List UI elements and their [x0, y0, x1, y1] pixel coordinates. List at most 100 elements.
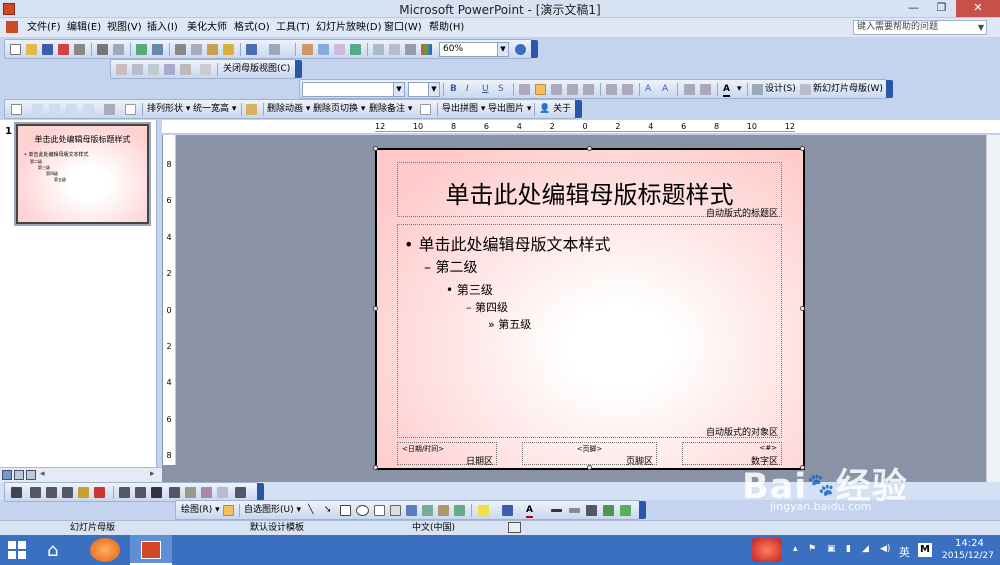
draw-menu-button[interactable]: 绘图(R) ▾	[181, 505, 220, 516]
paste-icon[interactable]	[207, 44, 218, 55]
decrease-font-icon[interactable]: A	[662, 84, 668, 95]
tool-icon-c[interactable]	[46, 487, 57, 498]
3d-style-icon[interactable]	[620, 505, 631, 516]
toolbar-options-icon[interactable]	[639, 501, 646, 519]
undo-icon[interactable]	[246, 44, 257, 55]
delete-master-icon[interactable]	[148, 64, 159, 75]
design-button[interactable]: 设计(S)	[765, 84, 796, 95]
bullets-icon[interactable]	[622, 84, 633, 95]
increase-font-icon[interactable]: A	[645, 84, 651, 95]
title-placeholder[interactable]: 单击此处编辑母版标题样式 自动版式的标题区	[397, 162, 782, 219]
diagram-icon[interactable]	[422, 505, 433, 516]
arrow-style-icon[interactable]	[586, 505, 597, 516]
align-center-icon[interactable]	[535, 84, 546, 95]
tool-icon-5[interactable]	[83, 104, 94, 115]
wrench-icon[interactable]	[104, 104, 115, 115]
insert-table-icon[interactable]	[318, 44, 329, 55]
line-style-icon[interactable]	[551, 509, 562, 512]
research-icon[interactable]	[152, 44, 163, 55]
textbox-icon[interactable]	[374, 505, 385, 516]
close-master-view-button[interactable]: 关闭母版视图(C)	[223, 64, 290, 75]
toolbar-options-icon[interactable]	[531, 40, 538, 58]
menu-meihua[interactable]: 美化大师	[187, 20, 227, 35]
home-icon[interactable]: ⌂	[47, 540, 58, 561]
chevron-down-icon[interactable]: ▾	[737, 84, 742, 95]
copy-icon[interactable]	[191, 44, 202, 55]
normal-view-icon[interactable]	[2, 470, 12, 480]
menu-window[interactable]: 窗口(W)	[384, 20, 422, 35]
font-color-icon[interactable]: A	[526, 505, 533, 518]
autoshapes-button[interactable]: 自选图形(U) ▾	[244, 505, 301, 516]
slide-master[interactable]: 单击此处编辑母版标题样式 自动版式的标题区 • 单击此处编辑母版文本样式 – 第…	[373, 146, 805, 470]
chevron-down-icon[interactable]: ▼	[428, 83, 439, 96]
scroll-left-icon[interactable]: ◂	[40, 469, 45, 479]
picture-icon[interactable]	[454, 505, 465, 516]
print-icon[interactable]	[97, 44, 108, 55]
tray-media-icon[interactable]: ▣	[827, 544, 836, 554]
rectangle-icon[interactable]	[340, 505, 351, 516]
font-size-combo[interactable]: ▼	[408, 82, 440, 97]
vertical-textbox-icon[interactable]	[390, 505, 401, 516]
tray-ime[interactable]: 英	[899, 544, 910, 560]
resize-handle[interactable]	[373, 146, 378, 151]
tool-icon-n[interactable]	[235, 487, 246, 498]
tool-icon-2[interactable]	[32, 104, 43, 115]
tray-network-icon[interactable]: ◢	[862, 544, 869, 554]
tool-icon-1[interactable]	[11, 104, 22, 115]
tool-icon-h[interactable]	[135, 487, 146, 498]
tray-expand-icon[interactable]: ▴	[793, 544, 798, 554]
insert-title-master-icon[interactable]	[132, 64, 143, 75]
resize-handle[interactable]	[800, 146, 805, 151]
menu-tools[interactable]: 工具(T)	[276, 20, 310, 35]
export-images-button[interactable]: 导出图片 ▾	[488, 104, 531, 115]
tool-icon-j[interactable]	[169, 487, 180, 498]
underline-icon[interactable]: U	[482, 84, 489, 95]
decrease-indent-icon[interactable]	[684, 84, 695, 95]
justify-icon[interactable]	[567, 84, 578, 95]
toolbar-options-icon[interactable]	[886, 80, 893, 98]
color-grayscale-icon[interactable]	[421, 44, 432, 55]
redo-icon[interactable]	[269, 44, 280, 55]
save-icon[interactable]	[42, 44, 53, 55]
delete-notes-button[interactable]: 删除备注 ▾	[369, 104, 412, 115]
browser-icon[interactable]	[90, 538, 120, 562]
spelling-status-icon[interactable]	[508, 522, 521, 533]
tray-date[interactable]: 2015/12/27	[942, 551, 994, 561]
resize-handle[interactable]	[587, 146, 592, 151]
grid-icon[interactable]	[405, 44, 416, 55]
line-icon[interactable]: ╲	[308, 505, 313, 516]
about-button[interactable]: 👤 关于	[539, 104, 571, 115]
export-icon[interactable]	[420, 104, 431, 115]
brush-icon[interactable]	[246, 104, 257, 115]
tool-icon-e[interactable]	[78, 487, 89, 498]
tool-icon-a[interactable]	[11, 487, 22, 498]
document-icon[interactable]	[6, 21, 18, 33]
select-objects-icon[interactable]	[223, 505, 234, 516]
resize-handle[interactable]	[587, 465, 592, 470]
restore-button[interactable]: ❐	[928, 0, 955, 17]
insert-new-master-icon[interactable]	[116, 64, 127, 75]
print-preview-icon[interactable]	[113, 44, 124, 55]
arrow-icon[interactable]: ➘	[324, 505, 332, 516]
oval-icon[interactable]	[356, 505, 369, 516]
arrange-shapes-button[interactable]: 排列形状 ▾	[147, 104, 190, 115]
expand-all-icon[interactable]	[373, 44, 384, 55]
delete-animation-button[interactable]: 删除动画 ▾	[267, 104, 310, 115]
clipart-icon[interactable]	[438, 505, 449, 516]
line-color-icon[interactable]	[502, 505, 513, 516]
hyperlink-icon[interactable]	[350, 44, 361, 55]
body-placeholder[interactable]: • 单击此处编辑母版文本样式 – 第二级 • 第三级 – 第四级 » 第五级 自…	[397, 224, 782, 438]
preserve-master-icon[interactable]	[164, 64, 175, 75]
tray-volume-icon[interactable]: ◀)	[880, 544, 890, 554]
export-collage-button[interactable]: 导出拼图 ▾	[442, 104, 485, 115]
scroll-right-icon[interactable]: ▸	[150, 469, 155, 479]
resize-handle[interactable]	[373, 306, 378, 311]
powerpoint-taskbar-button[interactable]	[130, 535, 172, 565]
tool-icon-g[interactable]	[119, 487, 130, 498]
tool-icon-k[interactable]	[185, 487, 196, 498]
slide-thumbnail[interactable]: 单击此处编辑母版标题样式 • 单击此处编辑母版文本样式 第二级 第三级 第四级 …	[14, 122, 151, 226]
insert-chart-icon[interactable]	[302, 44, 313, 55]
tray-input-icon[interactable]: M	[918, 543, 932, 557]
font-color-icon[interactable]: A	[723, 84, 730, 97]
tool-icon-l[interactable]	[201, 487, 212, 498]
